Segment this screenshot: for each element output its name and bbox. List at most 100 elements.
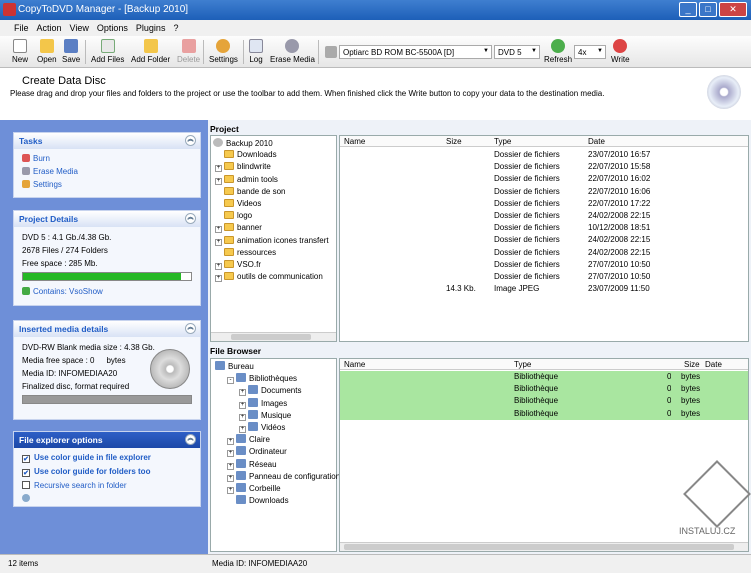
file-explorer-options-header[interactable]: File explorer options ︽	[14, 432, 200, 448]
expand-icon[interactable]: +	[239, 425, 246, 433]
open-button[interactable]: Open	[37, 39, 57, 64]
column-date[interactable]: Date	[705, 360, 722, 369]
expand-icon[interactable]: +	[215, 275, 222, 283]
tree-root[interactable]: Backup 2010	[213, 138, 336, 150]
tree-item[interactable]: + Réseau	[213, 458, 336, 471]
tree-item[interactable]: + Images	[213, 397, 336, 410]
table-row[interactable]: VSO.frDossier de fichiers27/07/2010 10:5…	[340, 259, 748, 271]
table-row[interactable]: ImagesBibliothèque0bytes	[340, 383, 748, 396]
tree-item[interactable]: + Documents	[213, 385, 336, 397]
column-size[interactable]: Size	[684, 360, 700, 369]
close-button[interactable]: ✕	[719, 2, 747, 17]
browser-tree[interactable]: Bureau - Bibliothèques + Documents + Images + Mu…	[210, 358, 340, 552]
column-type[interactable]: Type	[514, 360, 531, 369]
delete-button[interactable]: Delete	[177, 39, 200, 64]
table-row[interactable]: creer_un_menu_dvd_...14.3 Kb.Image JPEG2…	[340, 283, 748, 295]
table-row[interactable]: VideosDossier de fichiers22/07/2010 17:2…	[340, 198, 748, 210]
drive-select[interactable]: Optiarc BD ROM BC-5500A [D] ▼	[339, 45, 492, 59]
table-row[interactable]: DocumentsBibliothèque0bytes	[340, 371, 748, 384]
tree-item[interactable]: + admin tools	[213, 174, 336, 187]
tree-item[interactable]: + Vidéos	[213, 421, 336, 434]
contains-link[interactable]: Contains: VsoShow	[14, 285, 200, 298]
column-date[interactable]: Date	[588, 137, 605, 146]
menu-plugins[interactable]: Plugins	[136, 23, 166, 36]
tree-item[interactable]: + Panneau de configuration	[213, 470, 340, 483]
tree-item[interactable]: + Musique	[213, 409, 336, 422]
menu-file[interactable]: File	[14, 23, 29, 36]
expand-icon[interactable]: +	[227, 486, 234, 494]
tree-item[interactable]: + Ordinateur	[213, 446, 336, 458]
expand-icon[interactable]: +	[215, 165, 222, 173]
expand-icon[interactable]: +	[239, 401, 246, 409]
project-file-list[interactable]: Name Size Type Date DownloadsDossier de …	[339, 135, 749, 342]
menu-help[interactable]: ?	[173, 23, 178, 36]
table-row[interactable]: ressourcesDossier de fichiers24/02/2008 …	[340, 247, 748, 259]
tree-item[interactable]: + Corbeille	[213, 482, 336, 495]
table-row[interactable]: logoDossier de fichiers24/02/2008 22:15	[340, 210, 748, 222]
table-row[interactable]: outils de communica...Dossier de fichier…	[340, 271, 748, 283]
tree-item[interactable]: Videos	[213, 198, 336, 211]
project-details-header[interactable]: Project Details ︽	[14, 211, 200, 227]
inserted-media-header[interactable]: Inserted media details ︽	[14, 321, 200, 337]
tree-item[interactable]: Bureau	[213, 361, 336, 373]
expand-icon[interactable]: +	[227, 450, 234, 458]
table-row[interactable]: DownloadsDossier de fichiers23/07/2010 1…	[340, 149, 748, 161]
tree-item[interactable]: logo	[213, 211, 336, 223]
checkbox[interactable]: ✔	[22, 469, 30, 477]
tree-item[interactable]: - Bibliothèques	[213, 373, 336, 385]
task-erase-media[interactable]: Erase Media	[14, 165, 200, 178]
menu-action[interactable]: Action	[37, 23, 62, 36]
tree-item[interactable]: + Claire	[213, 434, 336, 446]
horizontal-scrollbar[interactable]	[340, 542, 748, 551]
checkbox[interactable]	[22, 481, 30, 489]
tree-item[interactable]: bande de son	[213, 186, 336, 199]
new-button[interactable]: New	[12, 39, 28, 64]
column-size[interactable]: Size	[446, 137, 462, 146]
option-recursive-search[interactable]: Recursive search in folder	[14, 479, 200, 492]
expand-icon[interactable]: +	[215, 177, 222, 185]
tasks-header[interactable]: Tasks ︽	[14, 133, 200, 149]
tree-item[interactable]: + blindwrite	[213, 162, 336, 174]
table-row[interactable]: VidéosBibliothèque0bytes	[340, 407, 748, 420]
expand-icon[interactable]: +	[215, 262, 222, 270]
table-row[interactable]: MusiqueBibliothèque0bytes	[340, 395, 748, 408]
tree-item[interactable]: + VSO.fr	[213, 259, 336, 272]
tree-item[interactable]: + outils de communication	[213, 272, 336, 284]
column-name[interactable]: Name	[344, 137, 365, 146]
erase-media-button[interactable]: Erase Media	[270, 39, 315, 64]
expand-icon[interactable]: +	[215, 226, 222, 234]
horizontal-scrollbar[interactable]	[211, 332, 336, 341]
collapse-icon[interactable]: ︽	[185, 434, 196, 445]
tree-item[interactable]: + animation icones transfert	[213, 235, 336, 248]
tree-item[interactable]: + banner	[213, 223, 336, 235]
tree-item[interactable]: ressources	[213, 247, 336, 260]
write-button[interactable]: Write	[611, 39, 630, 64]
add-files-button[interactable]: Add Files	[91, 39, 124, 64]
collapse-icon[interactable]: ︽	[185, 135, 196, 146]
expand-icon[interactable]: -	[227, 377, 234, 385]
collapse-icon[interactable]: ︽	[185, 323, 196, 334]
menu-options[interactable]: Options	[97, 23, 128, 36]
speed-select[interactable]: 4x ▼	[574, 45, 606, 59]
expand-icon[interactable]: +	[239, 413, 246, 421]
maximize-button[interactable]: □	[699, 2, 717, 17]
collapse-icon[interactable]: ︽	[185, 213, 196, 224]
expand-icon[interactable]: +	[227, 474, 234, 482]
expand-icon[interactable]: +	[227, 462, 234, 470]
column-name[interactable]: Name	[344, 360, 365, 369]
table-row[interactable]: animation icones tran...Dossier de fichi…	[340, 234, 748, 246]
table-row[interactable]: bannerDossier de fichiers10/12/2008 18:5…	[340, 222, 748, 234]
expand-icon[interactable]: +	[239, 389, 246, 397]
task-settings[interactable]: Settings	[14, 178, 200, 191]
tree-item[interactable]: Downloads	[213, 150, 336, 162]
expand-icon[interactable]: +	[227, 438, 234, 446]
save-button[interactable]: Save	[62, 39, 80, 64]
media-type-select[interactable]: DVD 5 ▼	[494, 45, 540, 59]
table-row[interactable]: blindwriteDossier de fichiers22/07/2010 …	[340, 161, 748, 173]
log-button[interactable]: Log	[249, 39, 263, 64]
add-folder-button[interactable]: Add Folder	[131, 39, 170, 64]
option-color-guide-folders[interactable]: ✔ Use color guide for folders too	[14, 465, 200, 479]
project-tree[interactable]: Backup 2010 Downloads + blindwrite + admin t…	[210, 135, 337, 342]
expand-icon[interactable]: +	[215, 238, 222, 246]
table-row[interactable]: bande de sonDossier de fichiers22/07/201…	[340, 186, 748, 198]
